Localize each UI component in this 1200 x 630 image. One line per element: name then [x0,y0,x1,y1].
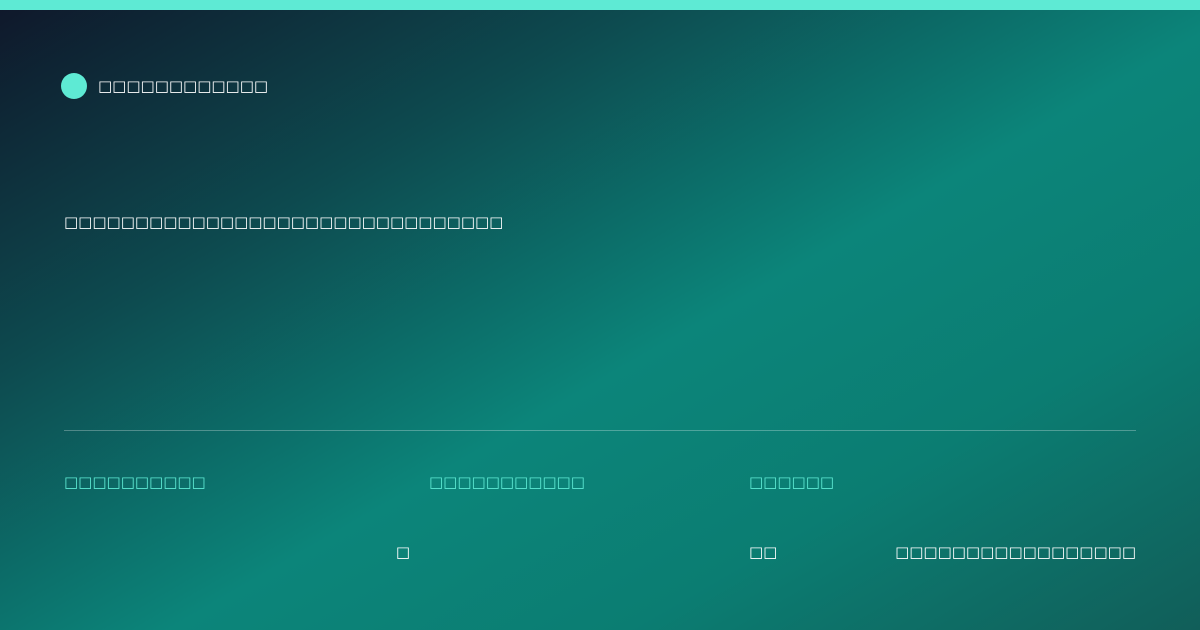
headline: □□□□□□□□□□□□□□□□□□□□□□□□□□□□□□□ [64,213,504,231]
brand-name: □□□□□□□□□□□□ [98,77,269,95]
meta-label-1: □□□□□□□□□□ [64,473,206,491]
divider [64,430,1136,431]
brand: □□□□□□□□□□□□ [61,73,268,99]
meta-value-1: □ [395,543,410,561]
meta-label-3: □□□□□□ [749,473,835,491]
meta-value-2: □□ [749,543,778,561]
meta-label-2: □□□□□□□□□□□ [429,473,585,491]
brand-dot-icon [61,73,87,99]
preview-card: □□□□□□□□□□□□ □□□□□□□□□□□□□□□□□□□□□□□□□□□… [0,0,1200,630]
meta-value-3: □□□□□□□□□□□□□□□□□ [895,543,1136,561]
accent-bar [0,0,1200,10]
